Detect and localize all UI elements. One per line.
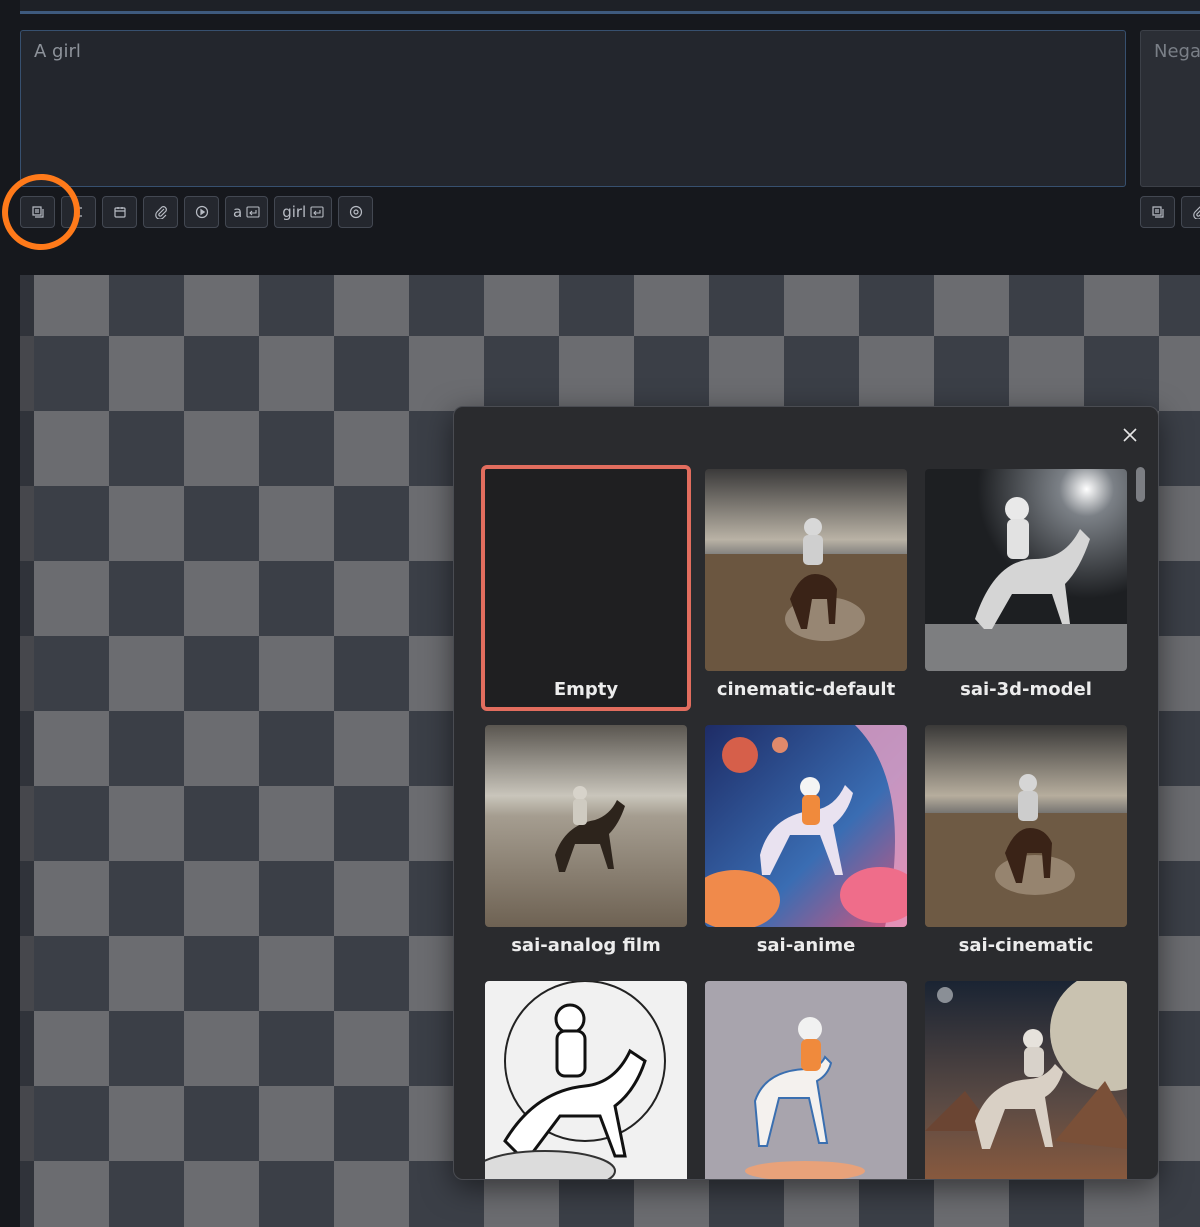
astronaut-rider-image [925, 981, 1127, 1179]
style-card-sai-3d-model[interactable]: sai-3d-model [925, 469, 1127, 700]
style-label: Empty [553, 679, 619, 700]
style-thumb-sai-analog-film [485, 725, 687, 927]
play-icon [195, 205, 208, 219]
style-thumb-clay [705, 981, 907, 1179]
record-icon [349, 205, 362, 219]
styles-icon [1151, 206, 1164, 218]
style-thumb-sai-3d-model [925, 469, 1127, 671]
astronaut-rider-image [705, 469, 907, 671]
paperclip-icon [1192, 206, 1200, 219]
negative-prompt-input[interactable]: Nega [1140, 30, 1200, 187]
token-girl-label: girl [282, 203, 307, 221]
style-label: sai-3d-model [960, 679, 1092, 700]
negative-styles-button[interactable] [1140, 196, 1175, 228]
calendar-button[interactable] [102, 196, 137, 228]
style-card-sai-anime[interactable]: sai-anime [705, 725, 907, 956]
close-button[interactable] [1118, 423, 1142, 447]
style-card-line-art[interactable] [485, 981, 687, 1179]
astronaut-rider-image [485, 725, 687, 927]
style-thumb-line-art [485, 981, 687, 1179]
astronaut-rider-image [925, 469, 1127, 671]
astronaut-rider-image [485, 981, 687, 1179]
token-girl-button[interactable]: girl [274, 196, 333, 228]
style-card-sai-cinematic[interactable]: sai-cinematic [925, 725, 1127, 956]
token-a-button[interactable]: a [225, 196, 269, 228]
paperclip-icon [154, 206, 167, 219]
top-divider [20, 0, 1200, 14]
astronaut-rider-image [705, 981, 907, 1179]
style-thumb-cinematic-default [705, 469, 907, 671]
style-label: cinematic-default [716, 679, 896, 700]
play-button[interactable] [184, 196, 219, 228]
negative-prompt-placeholder: Nega [1154, 41, 1200, 62]
close-icon [1123, 428, 1137, 442]
negative-attach-button[interactable] [1181, 196, 1200, 228]
style-card-empty[interactable]: Empty [481, 465, 691, 711]
style-thumb-sai-anime [705, 725, 907, 927]
styles-modal: Empty cinematic-default sai-3d-model sai… [453, 406, 1159, 1180]
prompt-text: A girl [34, 41, 81, 62]
style-card-sai-analog-film[interactable]: sai-analog film [485, 725, 687, 956]
canvas-edge [20, 275, 34, 1227]
astronaut-rider-image [705, 725, 907, 927]
record-button[interactable] [338, 196, 374, 228]
style-thumb-space [925, 981, 1127, 1179]
negative-toolbar [1140, 196, 1200, 228]
style-label: sai-cinematic [958, 935, 1094, 956]
enter-icon [310, 206, 324, 218]
calendar-icon [113, 207, 126, 218]
style-card-cinematic-default[interactable]: cinematic-default [705, 469, 907, 700]
style-label: sai-analog film [511, 935, 661, 956]
style-label: sai-anime [756, 935, 856, 956]
enter-icon [246, 206, 260, 218]
modal-scrollbar[interactable] [1136, 467, 1145, 502]
style-thumb-sai-cinematic [925, 725, 1127, 927]
style-card-space[interactable] [925, 981, 1127, 1179]
prompt-input[interactable]: A girl [20, 30, 1126, 187]
attach-button[interactable] [143, 196, 178, 228]
style-card-clay[interactable] [705, 981, 907, 1179]
style-thumb-empty [481, 465, 691, 711]
token-a-label: a [233, 203, 243, 221]
astronaut-rider-image [925, 725, 1127, 927]
